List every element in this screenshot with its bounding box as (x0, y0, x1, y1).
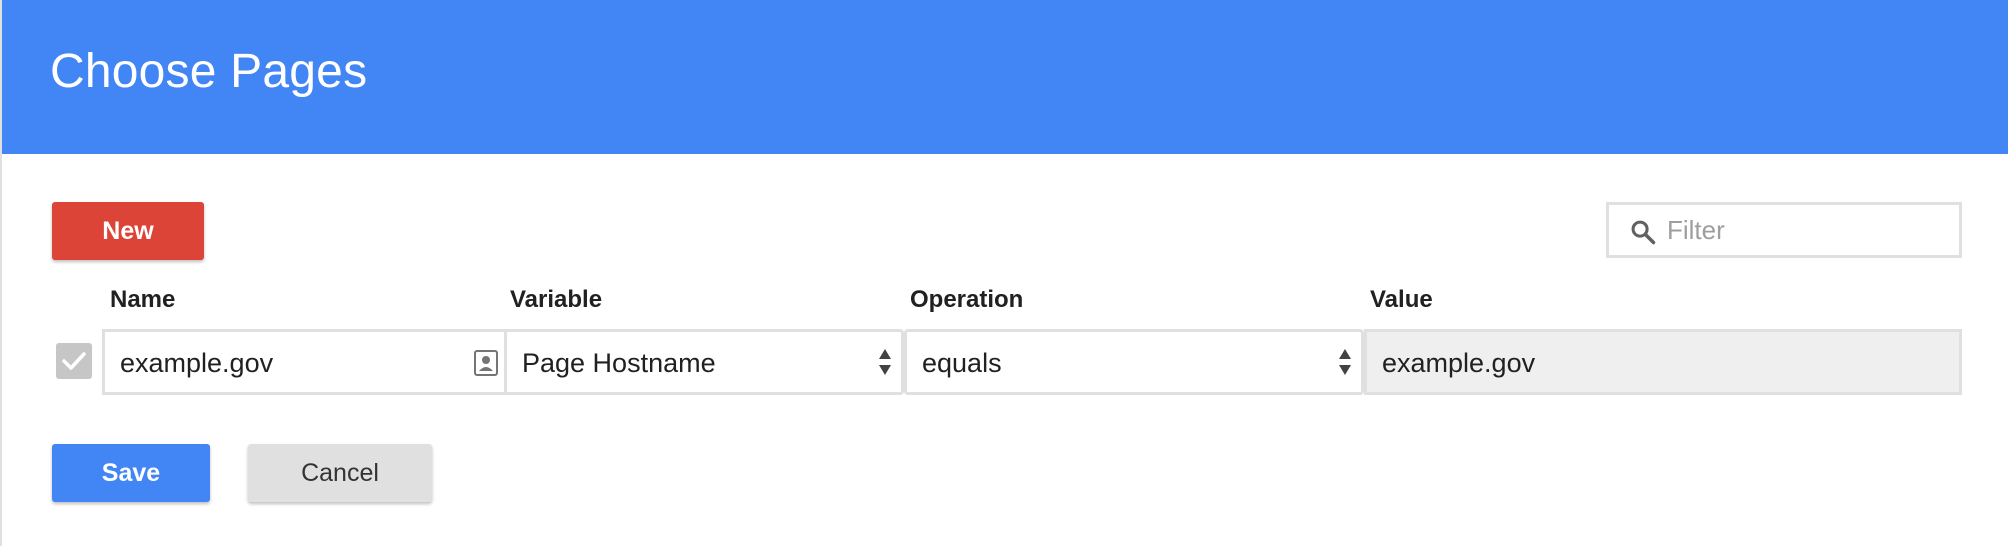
dialog-header: Choose Pages (2, 0, 2008, 154)
filter-input[interactable] (1665, 211, 1945, 249)
search-icon (1631, 220, 1656, 245)
column-header-name: Name (110, 286, 176, 313)
column-header-operation: Operation (910, 286, 1024, 313)
cancel-button[interactable]: Cancel (248, 444, 432, 502)
contact-card-icon[interactable] (473, 349, 499, 377)
select-arrows-icon (1339, 349, 1351, 375)
column-header-value: Value (1370, 286, 1433, 313)
row-checkbox[interactable] (56, 343, 92, 379)
choose-pages-dialog: Choose Pages New Name Variable Operation… (0, 0, 2008, 546)
operation-select[interactable]: equals (904, 329, 1364, 395)
variable-value: Page Hostname (522, 348, 716, 378)
select-arrows-icon (879, 349, 891, 375)
filter-box[interactable] (1606, 202, 1962, 258)
value-text: example.gov (1382, 348, 1536, 378)
column-header-variable: Variable (510, 286, 603, 313)
new-button[interactable]: New (52, 202, 204, 260)
save-button[interactable]: Save (52, 444, 210, 502)
checkmark-icon (62, 352, 86, 370)
operation-value: equals (922, 348, 1002, 378)
page-title: Choose Pages (50, 45, 368, 98)
name-field[interactable]: example.gov (102, 329, 508, 395)
name-value: example.gov (120, 348, 274, 378)
variable-select[interactable]: Page Hostname (504, 329, 904, 395)
value-field[interactable]: example.gov (1364, 329, 1962, 395)
